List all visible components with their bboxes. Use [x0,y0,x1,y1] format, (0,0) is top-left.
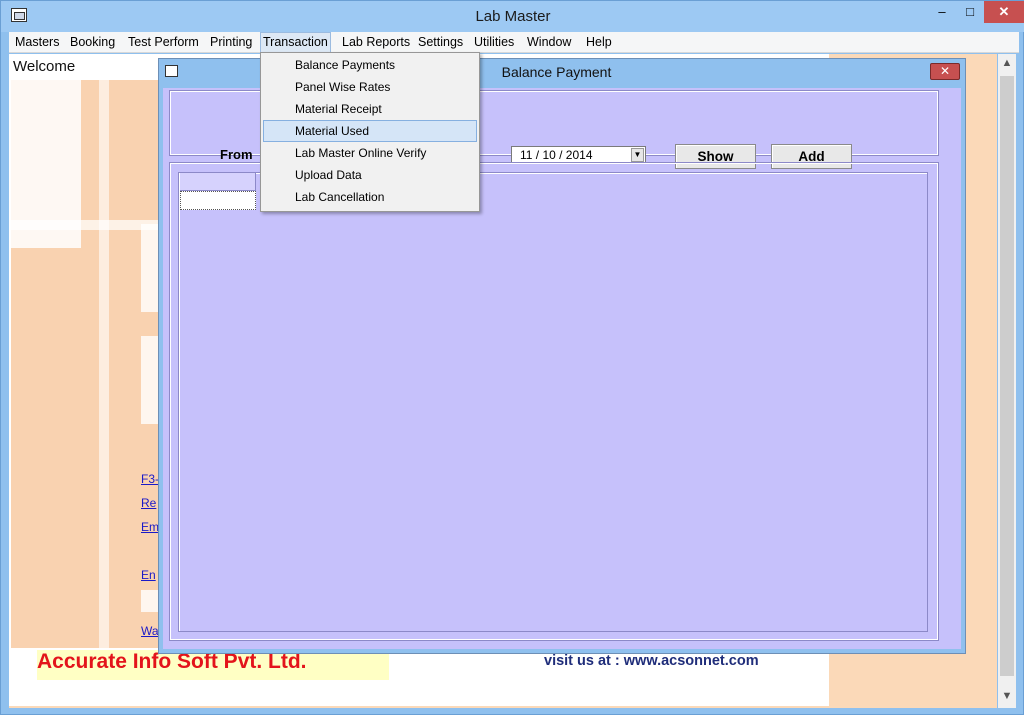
date-picker[interactable]: 11 / 10 / 2014 ▼ [511,146,646,164]
menu-masters[interactable]: Masters [13,34,61,52]
menu-item-material-receipt[interactable]: Material Receipt [263,98,477,120]
scroll-down-icon[interactable]: ▼ [998,690,1016,702]
menu-booking[interactable]: Booking [68,34,117,52]
menu-window[interactable]: Window [525,34,573,52]
welcome-link[interactable]: Em [141,520,159,534]
menu-test-perform[interactable]: Test Perform [126,34,201,52]
grid-cell[interactable] [180,191,256,210]
background-stripe [11,220,161,230]
welcome-link[interactable]: Re [141,496,156,510]
transaction-dropdown: Balance Payments Panel Wise Rates Materi… [260,52,480,212]
menu-transaction[interactable]: Transaction [260,32,331,53]
menu-item-upload-data[interactable]: Upload Data [263,164,477,186]
maximize-button[interactable]: □ [956,1,984,23]
menu-utilities[interactable]: Utilities [472,34,516,52]
menu-item-balance-payments[interactable]: Balance Payments [263,54,477,76]
results-grid[interactable] [178,172,928,632]
scroll-thumb[interactable] [1000,76,1014,676]
menu-printing[interactable]: Printing [208,34,254,52]
website-text: visit us at : www.acsonnet.com [544,653,759,669]
menu-item-material-used[interactable]: Material Used [263,120,477,142]
menu-bar: Masters Booking Test Perform Printing Tr… [9,32,1019,53]
app-window: Lab Master – □ ✕ Masters Booking Test Pe… [0,0,1024,715]
from-label: From [220,147,253,162]
menu-lab-reports[interactable]: Lab Reports [340,34,412,52]
menu-settings[interactable]: Settings [416,34,465,52]
dialog-close-button[interactable]: ✕ [930,63,960,80]
menu-item-online-verify[interactable]: Lab Master Online Verify [263,142,477,164]
background-stripe [99,80,109,648]
grid-header-cell [180,173,256,191]
background-stripe [141,336,159,424]
title-bar: Lab Master – □ ✕ [1,1,1024,32]
chevron-down-icon[interactable]: ▼ [631,148,644,162]
welcome-link[interactable]: F3- [141,472,159,486]
menu-help[interactable]: Help [584,34,614,52]
menu-item-lab-cancellation[interactable]: Lab Cancellation [263,186,477,208]
background-stripe [141,224,159,312]
background-stripe [141,590,159,612]
menu-item-panel-wise-rates[interactable]: Panel Wise Rates [263,76,477,98]
welcome-link[interactable]: En [141,568,156,582]
window-title: Lab Master [475,8,551,25]
minimize-button[interactable]: – [928,1,956,23]
vertical-scrollbar[interactable]: ▲ ▼ [998,54,1016,708]
close-button[interactable]: ✕ [984,1,1024,23]
welcome-link[interactable]: Wa [141,624,159,638]
welcome-title: Welcome [13,58,76,75]
date-value: 11 / 10 / 2014 [520,148,593,162]
scroll-up-icon[interactable]: ▲ [998,57,1016,69]
